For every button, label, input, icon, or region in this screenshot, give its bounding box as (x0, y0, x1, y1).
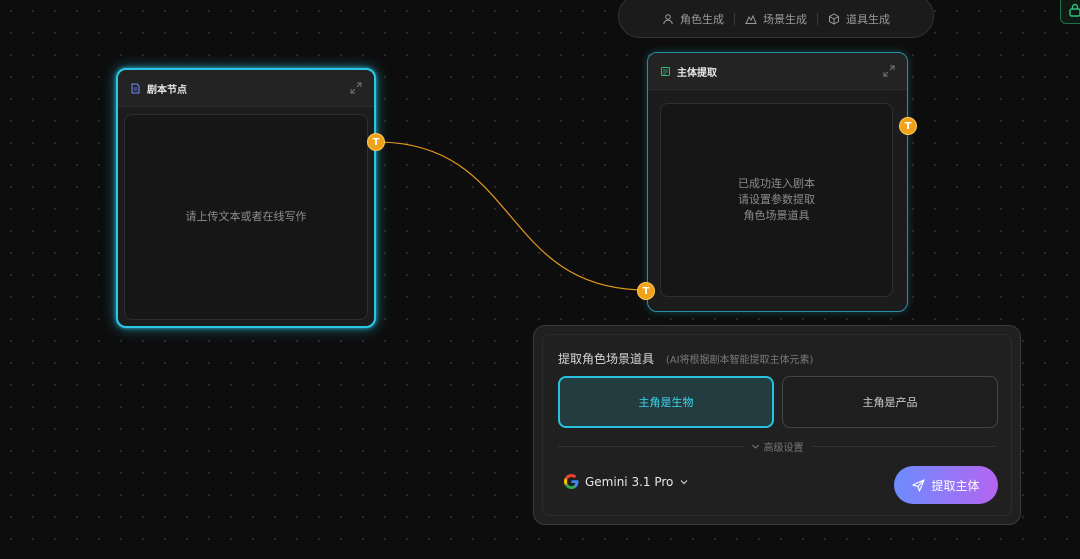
extract-settings-panel: 提取角色场景道具 (AI将根据剧本智能提取主体元素) 主角是生物 主角是产品 高… (533, 325, 1021, 525)
extract-icon (661, 66, 670, 76)
port-label: T (904, 120, 912, 132)
option-product-label: 主角是产品 (862, 396, 918, 409)
extract-node-body: 已成功连入剧本 请设置参数提取 角色场景道具 (660, 103, 893, 297)
extract-node-title: 主体提取 (677, 67, 717, 79)
advanced-settings-row: 高级设置 (558, 438, 996, 454)
document-icon (131, 83, 140, 93)
chevron-down-icon (680, 479, 688, 484)
script-output-port[interactable]: T (367, 133, 385, 151)
script-node-header[interactable]: 剧本节点 (118, 70, 374, 107)
message-line: 请设置参数提取 (738, 193, 815, 206)
extract-input-port[interactable]: T (637, 282, 655, 300)
option-living-button[interactable]: 主角是生物 (558, 376, 774, 428)
extract-node-header[interactable]: 主体提取 (648, 53, 907, 90)
panel-subtitle: (AI将根据剧本智能提取主体元素) (665, 355, 814, 366)
option-product-button[interactable]: 主角是产品 (782, 376, 998, 428)
extract-message: 已成功连入剧本 请设置参数提取 角色场景道具 (738, 176, 815, 224)
message-line: 已成功连入剧本 (738, 177, 815, 190)
extract-button-label: 提取主体 (931, 478, 980, 493)
advanced-settings-label: 高级设置 (763, 442, 804, 454)
script-node-title: 剧本节点 (147, 84, 187, 96)
google-icon (564, 474, 579, 489)
model-selector[interactable]: Gemini 3.1 Pro (564, 474, 689, 489)
option-living-label: 主角是生物 (638, 396, 694, 409)
extract-output-port[interactable]: T (899, 117, 917, 135)
chevron-down-icon (751, 444, 759, 449)
expand-icon[interactable] (350, 82, 362, 94)
script-placeholder: 请上传文本或者在线写作 (185, 210, 307, 223)
send-icon (912, 478, 926, 492)
extract-node[interactable]: 主体提取 已成功连入剧本 请设置参数提取 角色场景道具 (647, 52, 908, 312)
port-label: T (372, 136, 380, 148)
extract-button[interactable]: 提取主体 (894, 466, 998, 504)
divider (558, 445, 743, 447)
panel-title-text: 提取角色场景道具 (558, 352, 655, 366)
divider (811, 445, 996, 447)
script-node[interactable]: 剧本节点 请上传文本或者在线写作 (116, 68, 376, 328)
panel-title: 提取角色场景道具 (AI将根据剧本智能提取主体元素) (558, 350, 813, 367)
model-name: Gemini 3.1 Pro (585, 474, 674, 489)
advanced-settings-toggle[interactable]: 高级设置 (751, 439, 804, 454)
port-label: T (642, 285, 650, 297)
message-line: 角色场景道具 (743, 209, 810, 222)
expand-icon[interactable] (883, 65, 895, 77)
script-node-body[interactable]: 请上传文本或者在线写作 (124, 114, 368, 320)
